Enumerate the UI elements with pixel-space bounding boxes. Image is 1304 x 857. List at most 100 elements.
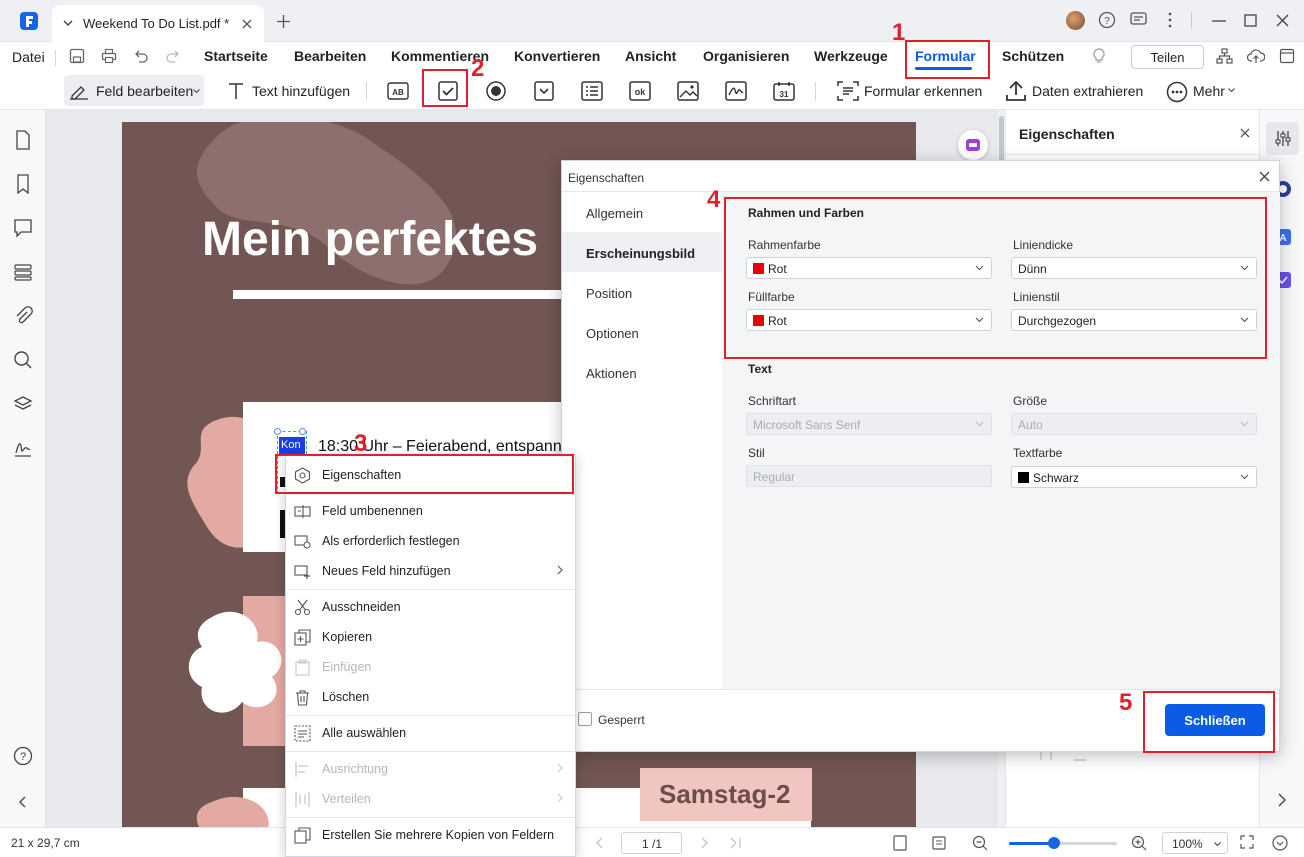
font-select[interactable]: Microsoft Sans Serif	[746, 413, 992, 435]
menu-startseite[interactable]: Startseite	[204, 48, 268, 64]
zoom-slider-track[interactable]	[1009, 837, 1117, 849]
zoom-slider-thumb[interactable]	[1048, 837, 1061, 849]
app-logo-icon[interactable]	[20, 12, 38, 30]
close-icon[interactable]	[1259, 171, 1270, 182]
field-name-tag: Kon	[279, 437, 305, 454]
help-icon[interactable]: ?	[1098, 11, 1116, 29]
print-icon[interactable]	[101, 48, 117, 64]
expand-right-icon[interactable]	[1276, 793, 1288, 807]
fullscreen-icon[interactable]	[1240, 835, 1254, 849]
last-page-icon[interactable]	[729, 837, 743, 849]
help-icon[interactable]: ?	[13, 746, 33, 766]
text-field-icon[interactable]	[226, 81, 248, 103]
menu-bearbeiten[interactable]: Bearbeiten	[294, 48, 366, 64]
fields-list-icon[interactable]	[13, 262, 33, 282]
text-color-select[interactable]: Schwarz	[1011, 466, 1257, 488]
attachment-icon[interactable]	[13, 306, 33, 326]
align-icon	[295, 762, 308, 777]
close-window-icon[interactable]	[1276, 14, 1289, 27]
close-tab-icon[interactable]	[242, 19, 252, 29]
zoom-in-icon[interactable]	[1131, 835, 1147, 851]
ai-assistant-icon[interactable]	[958, 130, 988, 160]
resize-handle[interactable]	[299, 428, 306, 435]
properties-toggle-icon[interactable]	[1266, 122, 1299, 155]
ctx-add-field[interactable]: Neues Feld hinzufügen	[286, 556, 575, 586]
chevron-down-icon	[1228, 88, 1235, 93]
lightbulb-icon[interactable]	[1091, 47, 1107, 65]
image-field-icon[interactable]	[677, 81, 699, 103]
radio-button-icon[interactable]	[485, 81, 507, 103]
text-box-icon[interactable]: AB	[387, 81, 409, 103]
style-select[interactable]: Regular	[746, 465, 992, 487]
nav-aktionen[interactable]: Aktionen	[586, 366, 637, 381]
menu-ansicht[interactable]: Ansicht	[625, 48, 676, 64]
menu-datei[interactable]: Datei	[12, 49, 45, 65]
fit-page-icon[interactable]	[893, 835, 907, 851]
ctx-multi-copy[interactable]: Erstellen Sie mehrere Kopien von Feldern	[286, 820, 575, 850]
ctx-copy[interactable]: Kopieren	[286, 622, 575, 652]
locked-checkbox[interactable]	[578, 712, 592, 726]
zoom-out-icon[interactable]	[972, 835, 988, 851]
panel-toggle-icon[interactable]	[1279, 48, 1295, 64]
feedback-icon[interactable]	[1130, 12, 1147, 28]
extract-data-label[interactable]: Daten extrahieren	[1032, 83, 1143, 99]
form-recognize-icon[interactable]	[837, 81, 859, 103]
menu-schuetzen[interactable]: Schützen	[1002, 48, 1064, 64]
close-icon[interactable]	[1240, 128, 1250, 138]
minimize-icon[interactable]	[1212, 20, 1226, 22]
collapse-status-icon[interactable]	[1272, 835, 1288, 851]
first-page-icon[interactable]	[594, 837, 604, 849]
save-icon[interactable]	[69, 48, 85, 64]
page-thumbnail-icon[interactable]	[13, 130, 33, 150]
search-icon[interactable]	[13, 350, 33, 370]
ctx-paste[interactable]: Einfügen	[286, 652, 575, 682]
chevron-down-icon[interactable]	[63, 18, 73, 28]
signature-field-icon[interactable]	[725, 81, 747, 103]
undo-icon[interactable]	[133, 48, 149, 64]
avatar[interactable]	[1066, 11, 1085, 30]
ctx-distribute[interactable]: Verteilen	[286, 784, 575, 814]
layers-icon[interactable]	[13, 394, 33, 414]
bookmark-icon[interactable]	[13, 174, 33, 194]
ctx-select-all[interactable]: Alle auswählen	[286, 718, 575, 748]
more-vertical-icon[interactable]	[1168, 12, 1172, 28]
edit-field-button[interactable]: Feld bearbeiten	[64, 75, 204, 106]
menu-konvertieren[interactable]: Konvertieren	[514, 48, 600, 64]
zoom-select[interactable]: 100%	[1162, 832, 1228, 854]
list-box-icon[interactable]	[581, 81, 603, 103]
menu-organisieren[interactable]: Organisieren	[703, 48, 789, 64]
document-tab[interactable]: Weekend To Do List.pdf *	[52, 5, 264, 42]
nav-erscheinungsbild[interactable]: Erscheinungsbild	[586, 246, 695, 261]
size-select[interactable]: Auto	[1011, 413, 1257, 435]
view-mode-icon[interactable]	[932, 835, 948, 851]
ctx-rename[interactable]: Feld umbenennen	[286, 496, 575, 526]
menu-werkzeuge[interactable]: Werkzeuge	[814, 48, 888, 64]
more-label[interactable]: Mehr	[1193, 83, 1225, 99]
ctx-delete[interactable]: Löschen	[286, 682, 575, 712]
date-field-icon[interactable]: 31	[773, 81, 795, 103]
upload-icon[interactable]	[1005, 80, 1027, 102]
comment-icon[interactable]	[13, 218, 33, 238]
more-icon[interactable]	[1166, 81, 1188, 103]
recognize-form-label[interactable]: Formular erkennen	[864, 83, 982, 99]
nav-allgemein[interactable]: Allgemein	[586, 206, 643, 221]
cloud-upload-icon[interactable]	[1247, 48, 1265, 64]
maximize-icon[interactable]	[1244, 14, 1257, 27]
ctx-align[interactable]: Ausrichtung	[286, 754, 575, 784]
sitemap-icon[interactable]	[1216, 48, 1233, 65]
redo-icon[interactable]	[165, 48, 181, 64]
ctx-cut[interactable]: Ausschneiden	[286, 592, 575, 622]
signature-icon[interactable]	[13, 438, 33, 458]
nav-optionen[interactable]: Optionen	[586, 326, 639, 341]
dropdown-field-icon[interactable]	[533, 81, 555, 103]
resize-handle[interactable]	[274, 428, 281, 435]
share-button[interactable]: Teilen	[1131, 45, 1204, 69]
next-page-icon[interactable]	[700, 837, 710, 849]
collapse-left-icon[interactable]	[13, 792, 33, 812]
new-tab-plus-icon[interactable]	[277, 15, 290, 28]
ctx-set-required[interactable]: Als erforderlich festlegen	[286, 526, 575, 556]
button-field-icon[interactable]: ok	[629, 81, 651, 103]
nav-position[interactable]: Position	[586, 286, 632, 301]
add-text-label[interactable]: Text hinzufügen	[252, 83, 350, 99]
page-input[interactable]: 1 /1	[621, 832, 682, 854]
